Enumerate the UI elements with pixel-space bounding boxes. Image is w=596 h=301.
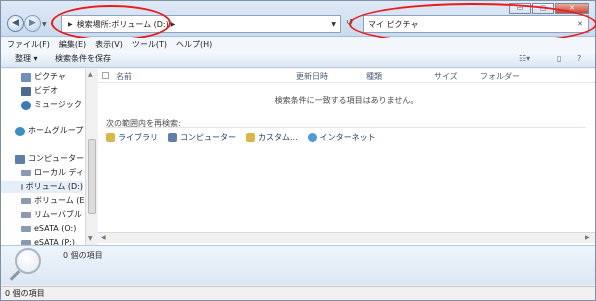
scroll-up-icon[interactable]: ▲ [88,71,93,78]
menu-tools[interactable]: ツール(T) [132,38,167,51]
address-dropdown-icon[interactable]: ▼ [331,21,336,28]
pictures-icon [21,72,31,82]
sidebar-item-label: eSATA (O:) [34,224,77,233]
sidebar-item-label: ミュージック [34,100,82,109]
homegroup-icon [15,126,25,136]
column-name[interactable]: 名前 [116,71,132,82]
scope-internet[interactable]: インターネット [307,132,376,143]
maximize-button[interactable]: ▢ [532,3,554,14]
navigation-scrollbar[interactable]: ▲ ▼ [85,69,97,245]
scope-label: インターネット [319,133,376,142]
sidebar-item-esata-p[interactable]: eSATA (P:) [21,237,75,245]
music-icon [21,100,31,110]
drive-icon [21,184,23,190]
scroll-thumb[interactable] [88,139,96,214]
details-pane: 0 個の項目 [1,245,595,285]
library-icon [106,133,115,142]
view-options-icon[interactable]: ☷▾ [519,54,530,63]
computer-icon [168,133,177,142]
sidebar-item-music[interactable]: ミュージック [21,99,82,111]
column-size[interactable]: サイズ [434,71,458,82]
computer-icon [15,154,25,164]
preview-pane-icon[interactable]: ▯ [557,54,561,63]
menu-bar: ファイル(F) 編集(E) 表示(V) ツール(T) ヘルプ(H) [1,38,595,51]
help-icon[interactable]: ? [577,54,581,63]
divider [106,127,586,128]
navigation-pane: ピクチャ ビデオ ミュージック ホームグループ コンピューター ローカル ディス… [1,69,97,245]
window-controls: ▭ ▢ ✕ [509,3,589,14]
title-bar: ▭ ▢ ✕ ◀ ▶ ▼ ▶ 検索場所: ボリューム (D:) ▶ ▼ ↺ マイ … [1,1,595,37]
sidebar-item-pictures[interactable]: ピクチャ [21,71,66,83]
address-bar[interactable]: ▶ 検索場所: ボリューム (D:) ▶ ▼ [61,15,341,33]
empty-results-message: 検索条件に一致する項目はありません。 [274,96,419,105]
breadcrumb-chevron-icon[interactable]: ▶ [171,21,176,28]
refresh-icon[interactable]: ↺ [346,18,354,28]
column-type[interactable]: 種類 [366,71,382,82]
sidebar-item-computer[interactable]: コンピューター [15,153,84,165]
scope-libraries[interactable]: ライブラリ [106,132,158,143]
search-input[interactable]: マイ ピクチャ ✕ [363,15,589,33]
search-query: マイ ピクチャ [368,19,419,29]
sidebar-item-label: ホームグループ [28,126,84,135]
clear-search-icon[interactable]: ✕ [577,20,583,28]
status-item-count: 0 個の項目 [5,289,45,298]
internet-icon [307,133,317,142]
command-bar: 整理 ▾ 検索条件を保存 ☷▾ ▯ ? [1,51,595,68]
back-button[interactable]: ◀ [7,15,24,32]
drive-icon [21,198,31,204]
scope-label: ライブラリ [118,133,158,142]
forward-button[interactable]: ▶ [24,15,41,32]
drive-icon [21,170,31,176]
menu-help[interactable]: ヘルプ(H) [176,38,212,51]
menu-edit[interactable]: 編集(E) [59,38,86,51]
organize-button[interactable]: 整理 ▾ [15,54,38,64]
column-folder[interactable]: フォルダー [480,71,520,82]
column-header-row: 名前 更新日時 種類 サイズ フォルダー [98,69,595,83]
explorer-window: ▭ ▢ ✕ ◀ ▶ ▼ ▶ 検索場所: ボリューム (D:) ▶ ▼ ↺ マイ … [0,0,596,301]
sidebar-item-label: コンピューター [28,154,84,163]
close-button[interactable]: ✕ [555,3,589,14]
sidebar-item-label: ピクチャ [34,72,66,81]
scope-computer[interactable]: コンピューター [168,132,236,143]
folder-icon [246,133,255,142]
recent-pages-dropdown[interactable]: ▼ [42,21,47,28]
menu-file[interactable]: ファイル(F) [7,38,50,51]
horizontal-scrollbar[interactable]: ◀ ▶ [98,232,595,243]
column-date-modified[interactable]: 更新日時 [296,71,328,82]
breadcrumb-search-prefix[interactable]: 検索場所: [77,19,112,30]
scope-label: カスタム... [258,133,298,142]
scroll-right-icon[interactable]: ▶ [585,234,590,241]
scroll-down-icon[interactable]: ▼ [88,235,93,242]
save-search-button[interactable]: 検索条件を保存 [55,54,111,64]
sidebar-item-homegroup[interactable]: ホームグループ [15,125,83,137]
removable-drive-icon [21,212,31,218]
search-again-scopes: ライブラリ コンピューター カスタム... インターネット [106,132,386,143]
breadcrumb-location[interactable]: ボリューム (D:) [111,19,168,30]
scope-label: コンピューター [180,133,236,142]
search-folder-icon: ▶ [68,20,73,28]
sidebar-item-local-disk[interactable]: ローカル ディス [21,167,92,179]
scope-custom[interactable]: カスタム... [246,132,298,143]
minimize-button[interactable]: ▭ [509,3,531,14]
sidebar-item-videos[interactable]: ビデオ [21,85,58,97]
file-list: 名前 更新日時 種類 サイズ フォルダー 検索条件に一致する項目はありません。 … [98,69,595,245]
sidebar-item-volume-d[interactable]: ボリューム (D:) [1,181,83,193]
select-all-checkbox[interactable] [102,72,109,79]
video-icon [21,86,31,96]
sidebar-item-label: eSATA (P:) [34,238,76,245]
magnifier-handle [9,270,21,281]
sidebar-item-label: ローカル ディス [34,168,92,177]
drive-icon [21,226,31,232]
scroll-left-icon[interactable]: ◀ [101,234,106,241]
sidebar-item-esata-o[interactable]: eSATA (O:) [21,223,76,235]
sidebar-item-label: ボリューム (E:) [34,196,91,205]
status-bar: 0 個の項目 [1,286,595,300]
sidebar-item-label: リムーバブル デ [34,210,93,219]
sidebar-item-label: ビデオ [34,86,58,95]
menu-view[interactable]: 表示(V) [95,38,123,51]
sidebar-item-removable[interactable]: リムーバブル デ [21,209,92,221]
sidebar-item-label: ボリューム (D:) [25,182,83,191]
sidebar-item-volume-e[interactable]: ボリューム (E:) [21,195,90,207]
details-item-count: 0 個の項目 [63,251,103,260]
